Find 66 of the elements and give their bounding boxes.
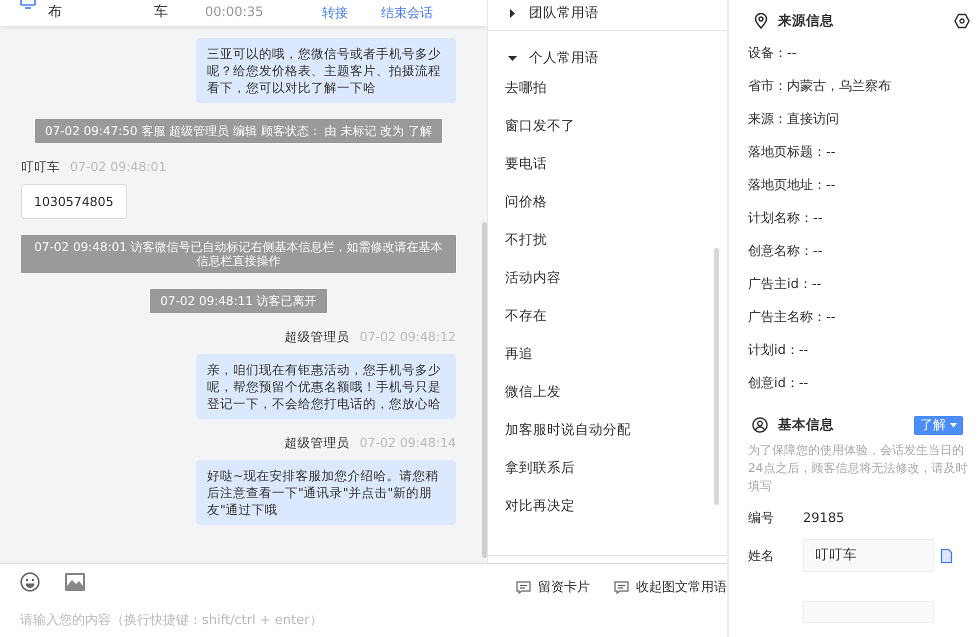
message-bubble: 三亚可以的哦，您微信号或者手机号多少呢？给您发价格表、主题客片、拍摄流程看下，您可以对比了解一下哈 (196, 38, 456, 103)
phrase-item[interactable]: 不打扰 (488, 221, 727, 259)
message-time: 07-02 09:48:01 (70, 159, 166, 176)
caret-icon (508, 54, 517, 62)
sender-name: 叮叮车 (21, 159, 60, 176)
copy-icon[interactable] (940, 548, 953, 564)
message-time: 07-02 09:48:12 (360, 329, 456, 346)
header-link[interactable]: 结束会话 (381, 4, 433, 22)
section-title: 基本信息 (778, 416, 834, 434)
info-row-text: 计划名称：-- (748, 210, 824, 228)
phrase-item[interactable]: 加客服时说自动分配 (488, 411, 727, 449)
info-row-text: 广告主名称：-- (748, 309, 836, 327)
phrase-item[interactable]: 要电话 (488, 145, 727, 183)
system-notice: 07-02 09:48:11 访客已离开 (150, 289, 327, 313)
scrollbar[interactable] (482, 222, 487, 558)
hexagon-settings-icon[interactable] (954, 13, 970, 29)
info-row-text: 来源：直接访问 (748, 111, 840, 129)
phrase-group[interactable]: 团队常用语 (488, 2, 727, 24)
phrase-group[interactable]: 个人常用语 (488, 47, 727, 69)
monitor-icon (20, 0, 36, 10)
phrase-item[interactable]: 拿到联系后 (488, 449, 727, 487)
message-icon (614, 580, 629, 594)
field-value: 29185 (803, 510, 844, 526)
info-row-text: 省市：内蒙古，乌兰察布 (748, 78, 892, 96)
message-time: 07-02 09:48:14 (360, 435, 456, 452)
info-row-text: 计划id：-- (748, 342, 810, 360)
caret-icon (950, 422, 957, 428)
phrase-item[interactable]: 对比再决定 (488, 487, 727, 525)
name-input-field[interactable]: 叮叮车 (803, 539, 934, 572)
section-title: 来源信息 (778, 12, 834, 30)
emoji-icon[interactable] (20, 572, 40, 592)
info-row-text: 设备：-- (748, 45, 798, 63)
phrase-item[interactable]: 微信上发 (488, 373, 727, 411)
phrase-item[interactable]: 问价格 (488, 183, 727, 221)
message-icon (516, 580, 531, 594)
sender-name: 超级管理员 (284, 435, 350, 452)
info-row-text: 广告主id：-- (748, 276, 822, 294)
visitor-name: 车 (154, 3, 168, 21)
visitor-location: 布 (48, 3, 62, 21)
sender-name: 超级管理员 (284, 329, 350, 346)
notice-text: 为了保障您的使用体验，会话发生当日的24点之后，顾客信息将无法修改，请及时填写 (748, 442, 968, 495)
phrase-item[interactable]: 活动内容 (488, 259, 727, 297)
toolbar-button[interactable]: 留资卡片 (516, 578, 590, 596)
message-bubble: 亲，咱们现在有钜惠活动，您手机号多少呢，帮您预留个优惠名额哦！手机号只是登记一下，不会给您打电话的，您放心哈 (196, 354, 456, 419)
phrase-item[interactable]: 窗口发不了 (488, 107, 727, 145)
header-link[interactable]: 转接 (322, 4, 348, 22)
phrase-item[interactable]: 去哪拍 (488, 69, 727, 107)
user-circle-icon (752, 417, 768, 433)
message-bubble: 好哒~现在安排客服加您介绍哈。请您稍后注意查看一下"通讯录"并点击"新的朋友"通过下哦 (196, 460, 456, 525)
info-row-text: 落地页地址：-- (748, 177, 836, 195)
session-duration: 00:00:35 (205, 5, 264, 20)
info-row-text: 创意id：-- (748, 375, 810, 393)
toolbar-button[interactable]: 收起图文常用语 (614, 578, 727, 596)
scrollbar[interactable] (714, 248, 719, 505)
field-label: 姓名 (748, 548, 775, 564)
info-row-text: 创意名称：-- (748, 243, 824, 261)
phrase-item[interactable]: 再追 (488, 335, 727, 373)
field-label: 编号 (748, 510, 775, 527)
image-icon[interactable] (65, 573, 85, 591)
system-notice: 07-02 09:47:50 客服 超级管理员 编辑 顾客状态： 由 未标记 改为 了解 (34, 119, 442, 143)
location-pin-icon (754, 13, 768, 29)
message-bubble: 1030574805 (21, 184, 127, 219)
info-row-text: 落地页标题：-- (748, 144, 836, 162)
system-notice: 07-02 09:48:01 访客微信号已自动标记右侧基本信息栏，如需修改请在基本信息栏直接操作 (21, 235, 456, 273)
caret-icon (508, 8, 517, 18)
phrase-item[interactable]: 不存在 (488, 297, 727, 335)
